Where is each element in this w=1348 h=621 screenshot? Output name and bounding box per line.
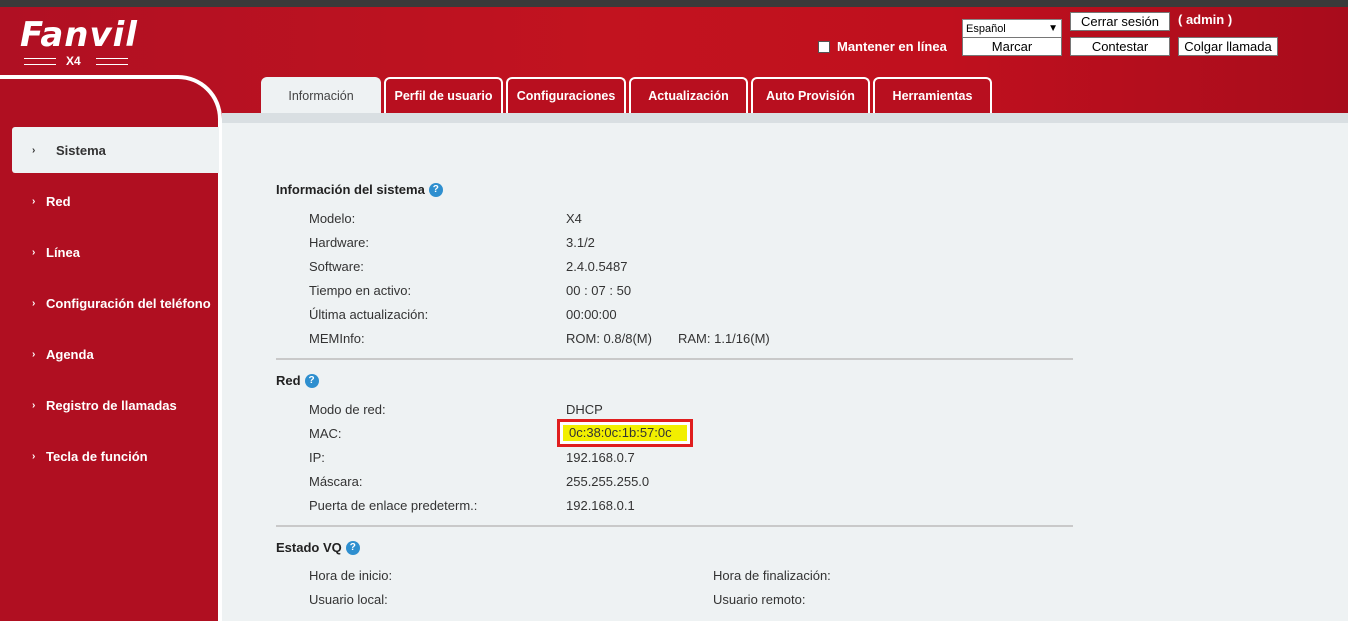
last-update-label: Última actualización: xyxy=(309,307,429,322)
tab-auto-provision[interactable]: Auto Provisión xyxy=(751,77,870,113)
keep-online-label: Mantener en línea xyxy=(837,39,947,54)
logo-text: Fanvil xyxy=(20,15,138,55)
sidebar-item-label: Registro de llamadas xyxy=(46,397,177,413)
chevron-right-icon: › xyxy=(32,246,36,258)
help-icon[interactable]: ? xyxy=(304,373,319,388)
hardware-label: Hardware: xyxy=(309,235,369,250)
sidebar-item-sistema[interactable]: › Sistema xyxy=(12,127,219,173)
mac-highlight-box: 0c:38:0c:1b:57:0c xyxy=(557,419,693,447)
gateway-label: Puerta de enlace predeterm.: xyxy=(309,498,478,513)
chevron-down-icon: ▼ xyxy=(1048,23,1058,34)
sidebar: › Sistema › Red › Línea › Configuración … xyxy=(0,75,222,621)
browser-top-bar xyxy=(0,0,1348,7)
logo-lines-right xyxy=(96,58,128,65)
last-update-value: 00:00:00 xyxy=(566,307,617,322)
sidebar-item-label: Sistema xyxy=(56,142,106,158)
chevron-right-icon: › xyxy=(32,195,36,207)
network-mode-value: DHCP xyxy=(566,402,603,417)
tab-actualizacion[interactable]: Actualización xyxy=(629,77,748,113)
section-title-network: Red ? xyxy=(276,373,319,388)
mac-value: 0c:38:0c:1b:57:0c xyxy=(563,425,687,441)
chevron-right-icon: › xyxy=(32,144,36,156)
sidebar-item-label: Tecla de función xyxy=(46,448,148,464)
hardware-value: 3.1/2 xyxy=(566,235,595,250)
sidebar-item-configuracion-telefono[interactable]: › Configuración del teléfono xyxy=(0,280,219,326)
mac-label: MAC: xyxy=(309,426,342,441)
vq-end-label: Hora de finalización: xyxy=(713,568,831,583)
keep-online-toggle[interactable]: Mantener en línea xyxy=(818,39,947,54)
logo-lines-left xyxy=(24,58,56,65)
vq-start-label: Hora de inicio: xyxy=(309,568,393,583)
sidebar-item-label: Línea xyxy=(46,244,80,260)
chevron-right-icon: › xyxy=(32,348,36,360)
software-value: 2.4.0.5487 xyxy=(566,259,628,274)
uptime-value: 00 : 07 : 50 xyxy=(566,283,632,298)
section-title-text: Red xyxy=(276,373,301,388)
dial-button[interactable]: Marcar xyxy=(962,37,1062,56)
section-divider xyxy=(276,358,1073,360)
fanvil-logo: Fanvil X4 xyxy=(20,17,137,69)
logout-button[interactable]: Cerrar sesión xyxy=(1070,12,1170,31)
tab-herramientas[interactable]: Herramientas xyxy=(873,77,992,113)
meminfo-label: MEMInfo: xyxy=(309,331,365,346)
model-label: Modelo: xyxy=(309,211,356,226)
model-value: X4 xyxy=(566,211,582,226)
section-title-text: Información del sistema xyxy=(276,182,425,197)
sidebar-item-agenda[interactable]: › Agenda xyxy=(0,331,219,377)
section-divider xyxy=(276,525,1073,527)
main-tabs: Información Perfil de usuario Configurac… xyxy=(261,77,995,113)
tab-perfil-usuario[interactable]: Perfil de usuario xyxy=(384,77,503,113)
ip-value: 192.168.0.7 xyxy=(566,450,635,465)
answer-button[interactable]: Contestar xyxy=(1070,37,1170,56)
section-title-system-info: Información del sistema ? xyxy=(276,182,443,197)
help-icon[interactable]: ? xyxy=(345,540,360,555)
sidebar-item-registro-llamadas[interactable]: › Registro de llamadas xyxy=(0,382,219,428)
ip-label: IP: xyxy=(309,450,325,465)
section-title-vq: Estado VQ ? xyxy=(276,540,360,555)
chevron-right-icon: › xyxy=(32,450,36,462)
chevron-right-icon: › xyxy=(32,297,36,309)
chevron-right-icon: › xyxy=(32,399,36,411)
sidebar-item-label: Agenda xyxy=(46,346,94,362)
tab-configuraciones[interactable]: Configuraciones xyxy=(506,77,626,113)
sidebar-item-tecla-funcion[interactable]: › Tecla de función xyxy=(0,433,219,479)
keep-online-checkbox[interactable] xyxy=(818,40,830,53)
language-select[interactable]: Español ▼ xyxy=(962,19,1062,38)
software-label: Software: xyxy=(309,259,364,274)
network-mode-label: Modo de red: xyxy=(309,402,386,417)
sidebar-item-linea[interactable]: › Línea xyxy=(0,229,219,275)
section-title-text: Estado VQ xyxy=(276,540,342,555)
main-content: Información del sistema ? Modelo: X4 Har… xyxy=(222,113,1348,621)
mask-value: 255.255.255.0 xyxy=(566,474,650,489)
language-select-value: Español xyxy=(966,22,1006,35)
tab-informacion[interactable]: Información xyxy=(261,77,381,113)
content-top-strip xyxy=(222,113,1348,123)
current-user: ( admin ) xyxy=(1178,12,1233,27)
mask-label: Máscara: xyxy=(309,474,363,489)
ram-value: RAM: 1.1/16(M) xyxy=(678,331,770,346)
sidebar-item-red[interactable]: › Red xyxy=(0,178,219,224)
hangup-button[interactable]: Colgar llamada xyxy=(1178,37,1278,56)
gateway-value: 192.168.0.1 xyxy=(566,498,635,513)
rom-value: ROM: 0.8/8(M) xyxy=(566,331,652,346)
sidebar-item-label: Configuración del teléfono xyxy=(46,295,211,311)
vq-remote-user-label: Usuario remoto: xyxy=(713,592,806,607)
help-icon[interactable]: ? xyxy=(428,182,443,197)
logo-model: X4 xyxy=(66,54,81,68)
vq-local-user-label: Usuario local: xyxy=(309,592,388,607)
uptime-label: Tiempo en activo: xyxy=(309,283,412,298)
sidebar-item-label: Red xyxy=(46,193,71,209)
